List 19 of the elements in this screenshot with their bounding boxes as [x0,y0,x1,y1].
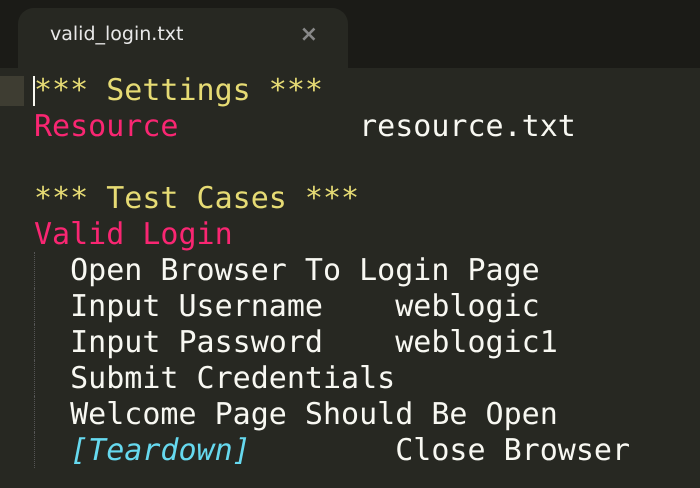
section-heading: *** Settings *** [34,72,324,108]
code-text: Input Password [70,324,324,360]
definition-name: Valid Login [34,216,234,252]
setting-keyword: [Teardown] [70,432,252,468]
close-icon[interactable]: × [300,22,318,46]
text-cursor [33,76,35,106]
code-text: Submit Credentials [70,360,396,396]
code-text: Open Browser To Login Page [70,252,540,288]
code-text: Close Browser [395,432,630,468]
code-text: weblogic1 [395,324,558,360]
code-text: resource.txt [359,108,576,144]
tab-title: valid_login.txt [50,23,184,45]
file-tab[interactable]: valid_login.txt × [18,8,348,68]
definition-name: Resource [34,108,180,144]
code-text: Welcome Page Should Be Open [70,396,558,432]
code-text: Input Username [70,288,324,324]
code-text: weblogic [395,288,540,324]
section-heading: *** Test Cases *** [34,180,360,216]
code-editor[interactable] [0,68,700,488]
